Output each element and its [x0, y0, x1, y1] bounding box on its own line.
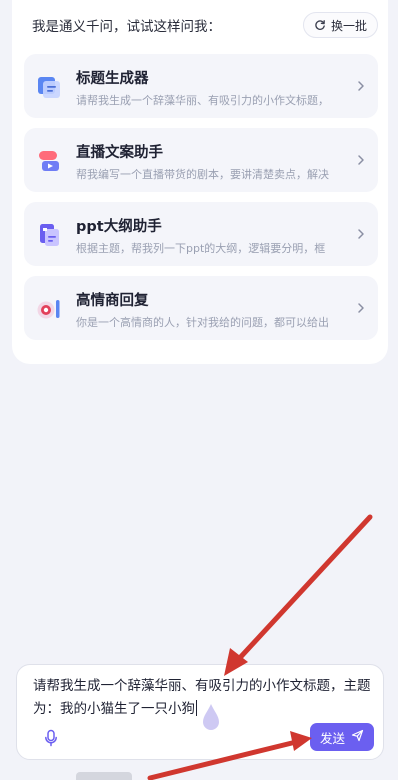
panel-header: 我是通义千问，试试这样问我： 换一批: [32, 12, 378, 38]
chevron-right-icon: [354, 152, 368, 168]
arrow-to-input-icon: [224, 514, 373, 676]
send-button[interactable]: 发送: [310, 723, 374, 751]
chevron-right-icon: [354, 300, 368, 316]
refresh-label: 换一批: [330, 18, 367, 33]
card-description: 你是一个高情商的人，针对我给的问题，都可以给出: [76, 316, 329, 329]
card-description: 请帮我生成一个辞藻华丽、有吸引力的小作文标题，: [76, 94, 329, 107]
refresh-button[interactable]: 换一批: [302, 12, 378, 38]
chevron-right-icon: [354, 78, 368, 94]
card-title: 标题生成器: [76, 71, 149, 87]
live-stream-icon: [36, 148, 62, 174]
card-title: ppt大纲助手: [76, 219, 162, 235]
chevron-right-icon: [354, 226, 368, 242]
refresh-icon: [314, 19, 326, 31]
text-cursor: [196, 700, 197, 716]
slides-icon: [36, 222, 62, 248]
card-description: 帮我编写一个直播带货的剧本，要讲清楚卖点，解决: [76, 168, 329, 181]
selection-handle-icon[interactable]: [200, 702, 222, 732]
suggestion-card-live-script[interactable]: 直播文案助手 帮我编写一个直播带货的剧本，要讲清楚卖点，解决: [24, 128, 378, 192]
card-title: 直播文案助手: [76, 145, 163, 161]
document-text-icon: [36, 74, 62, 100]
suggestion-card-title-generator[interactable]: 标题生成器 请帮我生成一个辞藻华丽、有吸引力的小作文标题，: [24, 54, 378, 118]
send-label: 发送: [319, 730, 345, 746]
suggestion-panel: 我是通义千问，试试这样问我： 换一批 标题生成器 请帮我生成一个辞藻华丽、有吸引…: [12, 0, 388, 364]
send-icon: [351, 729, 364, 745]
suggestion-card-eq-reply[interactable]: 高情商回复 你是一个高情商的人，针对我给的问题，都可以给出: [24, 276, 378, 340]
microphone-icon: [44, 729, 58, 751]
voice-input-button[interactable]: [41, 729, 61, 751]
chat-bulb-icon: [36, 296, 62, 322]
card-title: 高情商回复: [76, 293, 149, 309]
card-description: 根据主题，帮我列一下ppt的大纲，逻辑要分明，框: [76, 242, 326, 255]
home-indicator: [76, 772, 132, 780]
intro-text: 我是通义千问，试试这样问我：: [32, 19, 221, 35]
suggestion-card-ppt-outline[interactable]: ppt大纲助手 根据主题，帮我列一下ppt的大纲，逻辑要分明，框: [24, 202, 378, 266]
